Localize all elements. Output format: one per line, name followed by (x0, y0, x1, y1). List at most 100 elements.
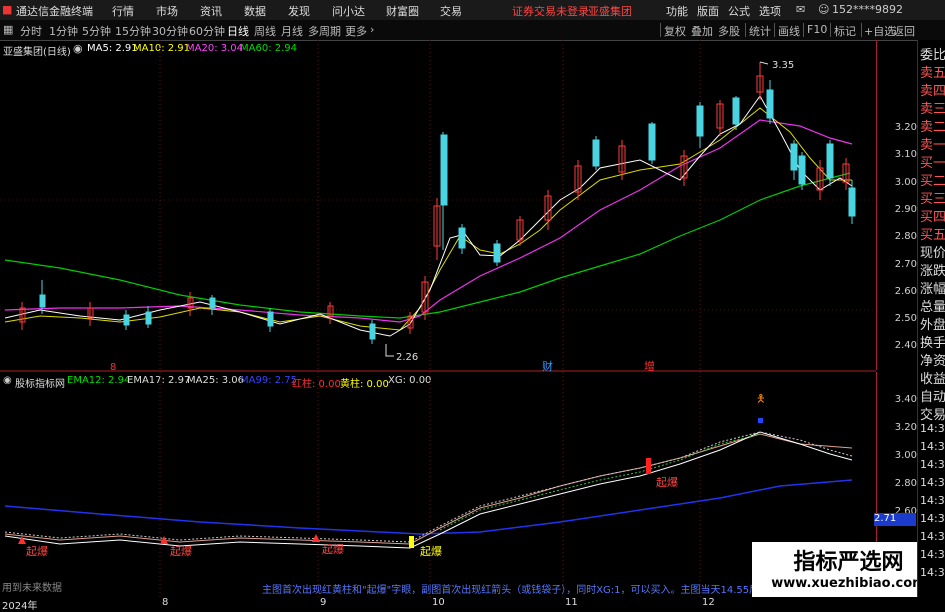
side-item[interactable]: 买四 (920, 206, 945, 225)
current-value-badge: 2.71 (874, 513, 916, 526)
side-item[interactable]: 卖二 (920, 116, 945, 135)
event-marker-8[interactable]: 8 (110, 362, 116, 373)
sub-price-tick: 3.40 (894, 394, 917, 405)
side-item[interactable]: 涨幅 (920, 278, 945, 297)
side-item[interactable]: 收益 (920, 368, 945, 387)
menu-faxian[interactable]: 发现 (288, 3, 310, 19)
period-15min[interactable]: 15分钟 (115, 23, 151, 39)
side-time: 14:33 (920, 566, 945, 579)
side-item[interactable]: 外盘 (920, 314, 945, 333)
side-time: 14:33 (920, 494, 945, 507)
menu-gongshi[interactable]: 公式 (728, 3, 750, 19)
quote-side-panel: 委比 卖五 卖四 卖三 卖二 卖一 买一 买二 买三 买四 买五 现价 涨跌 涨… (917, 40, 945, 597)
side-item[interactable]: 交易 (920, 404, 945, 423)
side-time: 14:33 (920, 458, 945, 471)
price-tick: 2.40 (894, 340, 917, 351)
menu-shuju[interactable]: 数据 (244, 3, 266, 19)
user-icon[interactable]: ☺ (818, 3, 829, 16)
side-item[interactable]: 卖五 (920, 62, 945, 81)
btn-fuquan[interactable]: 复权 (664, 23, 686, 39)
price-tick: 2.60 (894, 286, 917, 297)
low-price-label: 2.26 (396, 352, 418, 363)
btn-biaoji[interactable]: 标记 (834, 23, 856, 39)
menu-caifuquan[interactable]: 财富圈 (386, 3, 419, 19)
period-5min[interactable]: 5分钟 (82, 23, 111, 39)
menu-wenxiaoda[interactable]: 问小达 (332, 3, 365, 19)
period-multi[interactable]: 多周期 (308, 23, 341, 39)
menu-gongneng[interactable]: 功能 (666, 3, 688, 19)
btn-fanhui[interactable]: 返回 (893, 23, 915, 39)
figure-icon: 🯅 (756, 392, 766, 405)
menu-zixun[interactable]: 资讯 (200, 3, 222, 19)
price-tick: 2.80 (894, 231, 917, 242)
time-tick: 9 (320, 597, 327, 608)
side-item[interactable]: 买三 (920, 188, 945, 207)
period-toolbar: ▦ 分时 1分钟 5分钟 15分钟 30分钟 60分钟 日线 周线 月线 多周期… (0, 20, 945, 41)
side-item[interactable]: 买二 (920, 170, 945, 189)
side-item[interactable]: 卖三 (920, 98, 945, 117)
side-item[interactable]: 总量 (920, 296, 945, 315)
signal-label: 起爆 (656, 475, 678, 489)
period-day[interactable]: 日线 (227, 23, 249, 39)
btn-diejia[interactable]: 叠加 (691, 23, 713, 39)
main-price-axis: 3.20 3.10 3.00 2.90 2.80 2.70 2.60 2.50 … (876, 40, 917, 370)
app-name: 通达信金融终端 (16, 5, 93, 18)
title-bar: ■ 通达信金融终端 行情 市场 资讯 数据 发现 问小达 财富圈 交易 证券交易… (0, 0, 945, 21)
btn-tongji[interactable]: 统计 (749, 23, 771, 39)
menu-jiaoyi[interactable]: 交易 (440, 3, 462, 19)
time-tick: 12 (702, 597, 715, 608)
event-marker-cai[interactable]: 财 (542, 359, 553, 373)
side-item[interactable]: 委比 (920, 44, 945, 63)
phone-label: 152****9892 (832, 3, 903, 16)
side-item[interactable]: 买一 (920, 152, 945, 171)
period-month[interactable]: 月线 (281, 23, 303, 39)
menu-shichang[interactable]: 市场 (156, 3, 178, 19)
time-tick: 8 (162, 597, 169, 608)
price-tick: 2.70 (894, 259, 917, 270)
side-item[interactable]: 买五 (920, 224, 945, 243)
period-week[interactable]: 周线 (254, 23, 276, 39)
chart-canvas[interactable]: 3.35 2.26 8 财 增 起爆 起爆 起爆 起爆 起爆 🯅 主图首次出现红… (0, 40, 876, 597)
price-tick: 2.50 (894, 313, 917, 324)
login-status[interactable]: 证券交易未登录 (512, 3, 589, 19)
menu-hangqing[interactable]: 行情 (112, 3, 134, 19)
menu-xuanxiang[interactable]: 选项 (759, 3, 781, 19)
toolbar-grid-icon[interactable]: ▦ (3, 23, 13, 36)
side-item[interactable]: 卖四 (920, 80, 945, 99)
side-item[interactable]: 卖一 (920, 134, 945, 153)
side-item[interactable]: 现价 (920, 242, 945, 261)
btn-huaxian[interactable]: 画线 (778, 23, 800, 39)
side-item[interactable]: 涨跌 (920, 260, 945, 279)
app-logo-icon: ■ (2, 3, 13, 16)
sub-price-tick: 3.20 (894, 422, 917, 433)
sub-price-tick: 2.80 (894, 478, 917, 489)
btn-zixuan[interactable]: +自选 (864, 23, 895, 39)
strategy-note: 主图首次出现红黄柱和"起爆"字眼，副图首次出现红箭头（或钱袋子），同时XG:1，… (262, 583, 759, 596)
chevron-right-icon[interactable]: › (370, 23, 374, 36)
period-more[interactable]: 更多 (345, 23, 367, 39)
side-item[interactable]: 自动 (920, 386, 945, 405)
time-tick: 11 (565, 597, 578, 608)
period-30min[interactable]: 30分钟 (152, 23, 188, 39)
side-time: 14:33 (920, 530, 945, 543)
side-item[interactable]: 净资 (920, 350, 945, 369)
side-time: 14:33 (920, 422, 945, 435)
period-1min[interactable]: 1分钟 (49, 23, 78, 39)
event-marker-zeng[interactable]: 增 (644, 359, 655, 373)
high-price-label: 3.35 (772, 60, 794, 71)
side-time: 14:33 (920, 512, 945, 525)
time-axis: 2024年 8 9 10 11 12 (0, 597, 945, 612)
period-fenshi[interactable]: 分时 (20, 23, 42, 39)
side-item[interactable]: 换手 (920, 332, 945, 351)
btn-duogu[interactable]: 多股 (718, 23, 740, 39)
price-tick: 3.10 (894, 149, 917, 160)
side-time: 14:33 (920, 440, 945, 453)
btn-f10[interactable]: F10 (807, 23, 827, 36)
side-time: 14:33 (920, 476, 945, 489)
envelope-icon[interactable]: ✉ (796, 3, 805, 16)
time-tick: 10 (432, 597, 445, 608)
price-tick: 2.90 (894, 204, 917, 215)
period-60min[interactable]: 60分钟 (189, 23, 225, 39)
price-tick: 3.20 (894, 122, 917, 133)
menu-banmian[interactable]: 版面 (697, 3, 719, 19)
